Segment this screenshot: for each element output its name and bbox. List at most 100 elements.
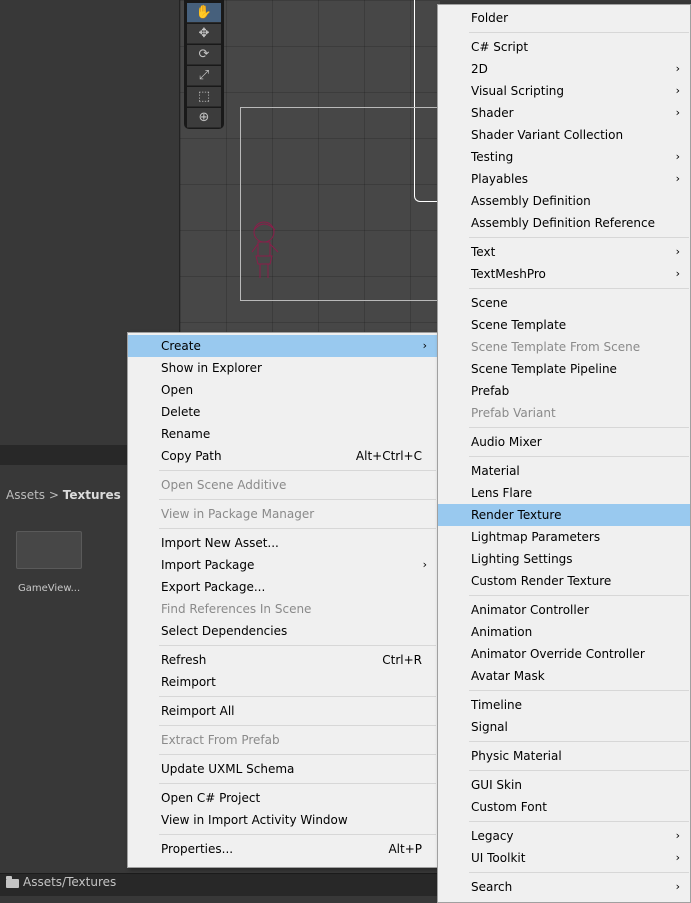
create-menu-item-scene[interactable]: Scene bbox=[438, 292, 690, 314]
transform-icon[interactable]: ⊕ bbox=[187, 108, 221, 128]
create-menu-item-text[interactable]: Text › bbox=[438, 241, 690, 263]
menu-item-label: Find References In Scene bbox=[161, 602, 312, 616]
create-menu-item-prefab[interactable]: Prefab bbox=[438, 380, 690, 402]
create-menu-item-animator-controller[interactable]: Animator Controller bbox=[438, 599, 690, 621]
menu-item-label: Material bbox=[471, 464, 520, 478]
create-menu-item-textmeshpro[interactable]: TextMeshPro › bbox=[438, 263, 690, 285]
rect-icon[interactable]: ⬚ bbox=[187, 87, 221, 107]
create-menu-item-folder[interactable]: Folder bbox=[438, 7, 690, 29]
create-menu-item-testing[interactable]: Testing › bbox=[438, 146, 690, 168]
menu-item-label: Update UXML Schema bbox=[161, 762, 295, 776]
menu-item-label: Animator Controller bbox=[471, 603, 590, 617]
submenu-arrow-icon: › bbox=[675, 245, 680, 258]
context-menu-item-find-references-in-scene: Find References In Scene bbox=[128, 598, 437, 620]
context-menu-item-open[interactable]: Open bbox=[128, 379, 437, 401]
menu-item-label: Rename bbox=[161, 427, 211, 441]
menu-item-label: Signal bbox=[471, 720, 508, 734]
breadcrumb-root[interactable]: Assets bbox=[6, 488, 45, 502]
create-menu-item-shader[interactable]: Shader › bbox=[438, 102, 690, 124]
context-menu-item-update-uxml-schema[interactable]: Update UXML Schema bbox=[128, 758, 437, 780]
context-menu-item-refresh[interactable]: Refresh Ctrl+R bbox=[128, 649, 437, 671]
menu-item-label: Lighting Settings bbox=[471, 552, 573, 566]
folder-icon bbox=[6, 875, 19, 888]
menu-item-label: Prefab bbox=[471, 384, 510, 398]
context-menu-item-rename[interactable]: Rename bbox=[128, 423, 437, 445]
create-menu-item-signal[interactable]: Signal bbox=[438, 716, 690, 738]
move-icon[interactable]: ✥ bbox=[187, 24, 221, 44]
menu-item-label: Animation bbox=[471, 625, 533, 639]
rotate-icon[interactable]: ⟳ bbox=[187, 45, 221, 65]
create-menu-item-avatar-mask[interactable]: Avatar Mask bbox=[438, 665, 690, 687]
context-menu-item-open-scene-additive: Open Scene Additive bbox=[128, 474, 437, 496]
create-menu-item-audio-mixer[interactable]: Audio Mixer bbox=[438, 431, 690, 453]
create-menu-item-ui-toolkit[interactable]: UI Toolkit › bbox=[438, 847, 690, 869]
create-menu-item-material[interactable]: Material bbox=[438, 460, 690, 482]
context-menu-item-delete[interactable]: Delete bbox=[128, 401, 437, 423]
breadcrumb-separator: > bbox=[48, 488, 59, 502]
create-menu-item-gui-skin[interactable]: GUI Skin bbox=[438, 774, 690, 796]
shortcut-label: Alt+P bbox=[388, 842, 422, 856]
shortcut-label: Ctrl+R bbox=[382, 653, 422, 667]
create-menu-item-physic-material[interactable]: Physic Material bbox=[438, 745, 690, 767]
context-menu-item-open-c-project[interactable]: Open C# Project bbox=[128, 787, 437, 809]
context-menu-item-show-in-explorer[interactable]: Show in Explorer bbox=[128, 357, 437, 379]
context-menu-item-export-package[interactable]: Export Package... bbox=[128, 576, 437, 598]
context-menu-item-select-dependencies[interactable]: Select Dependencies bbox=[128, 620, 437, 642]
breadcrumb-current[interactable]: Textures bbox=[63, 488, 121, 502]
context-menu-item-import-new-asset[interactable]: Import New Asset... bbox=[128, 532, 437, 554]
context-menu-item-copy-path[interactable]: Copy Path Alt+Ctrl+C bbox=[128, 445, 437, 467]
menu-item-label: Scene Template Pipeline bbox=[471, 362, 617, 376]
menu-item-label: Audio Mixer bbox=[471, 435, 542, 449]
shortcut-label: Alt+Ctrl+C bbox=[355, 449, 422, 463]
create-menu-item-c-script[interactable]: C# Script bbox=[438, 36, 690, 58]
create-menu-item-2d[interactable]: 2D › bbox=[438, 58, 690, 80]
menu-item-label: Assembly Definition Reference bbox=[471, 216, 656, 230]
create-menu-item-assembly-definition[interactable]: Assembly Definition bbox=[438, 190, 690, 212]
create-menu-item-lighting-settings[interactable]: Lighting Settings bbox=[438, 548, 690, 570]
create-menu-item-lightmap-parameters[interactable]: Lightmap Parameters bbox=[438, 526, 690, 548]
create-menu-item-custom-render-texture[interactable]: Custom Render Texture bbox=[438, 570, 690, 592]
menu-item-label: TextMeshPro bbox=[471, 267, 546, 281]
hand-icon[interactable]: ✋ bbox=[187, 3, 221, 23]
create-menu-item-animation[interactable]: Animation bbox=[438, 621, 690, 643]
asset-label[interactable]: GameView... bbox=[18, 583, 80, 594]
create-submenu: Folder C# Script 2D › Visual Scripting › Shade… bbox=[437, 4, 691, 903]
menu-item-label: Custom Font bbox=[471, 800, 547, 814]
menu-item-label: View in Import Activity Window bbox=[161, 813, 348, 827]
menu-item-label: C# Script bbox=[471, 40, 529, 54]
menu-item-label: Scene bbox=[471, 296, 508, 310]
create-menu-item-shader-variant-collection[interactable]: Shader Variant Collection bbox=[438, 124, 690, 146]
submenu-arrow-icon: › bbox=[675, 106, 680, 119]
create-menu-item-animator-override-controller[interactable]: Animator Override Controller bbox=[438, 643, 690, 665]
context-menu-item-reimport-all[interactable]: Reimport All bbox=[128, 700, 437, 722]
menu-separator bbox=[469, 741, 689, 742]
create-menu-item-render-texture[interactable]: Render Texture bbox=[438, 504, 690, 526]
menu-item-label: Reimport All bbox=[161, 704, 235, 718]
menu-item-label: Visual Scripting bbox=[471, 84, 564, 98]
menu-item-label: Render Texture bbox=[471, 508, 562, 522]
context-menu-item-import-package[interactable]: Import Package › bbox=[128, 554, 437, 576]
create-menu-item-visual-scripting[interactable]: Visual Scripting › bbox=[438, 80, 690, 102]
submenu-arrow-icon: › bbox=[675, 172, 680, 185]
create-menu-item-custom-font[interactable]: Custom Font bbox=[438, 796, 690, 818]
create-menu-item-scene-template-pipeline[interactable]: Scene Template Pipeline bbox=[438, 358, 690, 380]
submenu-arrow-icon: › bbox=[675, 84, 680, 97]
context-menu-item-view-in-import-activity-window[interactable]: View in Import Activity Window bbox=[128, 809, 437, 831]
menu-item-label: Select Dependencies bbox=[161, 624, 288, 638]
context-menu-item-properties[interactable]: Properties... Alt+P bbox=[128, 838, 437, 860]
create-menu-item-assembly-definition-reference[interactable]: Assembly Definition Reference bbox=[438, 212, 690, 234]
asset-thumbnail[interactable] bbox=[16, 531, 82, 569]
create-menu-item-timeline[interactable]: Timeline bbox=[438, 694, 690, 716]
context-menu-item-view-in-package-manager: View in Package Manager bbox=[128, 503, 437, 525]
menu-item-label: Custom Render Texture bbox=[471, 574, 612, 588]
menu-separator bbox=[469, 690, 689, 691]
context-menu-item-reimport[interactable]: Reimport bbox=[128, 671, 437, 693]
project-window-header bbox=[0, 445, 128, 465]
create-menu-item-playables[interactable]: Playables › bbox=[438, 168, 690, 190]
scale-icon[interactable]: ⤢ bbox=[187, 66, 221, 86]
create-menu-item-scene-template[interactable]: Scene Template bbox=[438, 314, 690, 336]
create-menu-item-lens-flare[interactable]: Lens Flare bbox=[438, 482, 690, 504]
context-menu-item-create[interactable]: Create › bbox=[128, 335, 437, 357]
character-sprite[interactable] bbox=[248, 218, 284, 282]
create-menu-item-legacy[interactable]: Legacy › bbox=[438, 825, 690, 847]
